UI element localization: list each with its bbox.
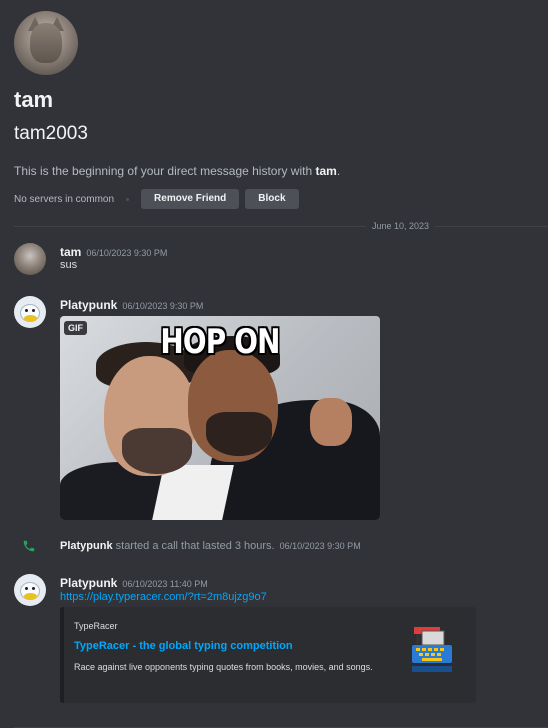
message-author[interactable]: Platypunk bbox=[60, 298, 117, 312]
dm-header: tam tam2003 This is the beginning of you… bbox=[14, 11, 534, 209]
embed-title[interactable]: TypeRacer - the global typing competitio… bbox=[74, 640, 293, 652]
profile-display-name: tam bbox=[14, 87, 54, 112]
embed-description: Race against live opponents typing quote… bbox=[74, 662, 373, 672]
remove-friend-button[interactable]: Remove Friend bbox=[141, 189, 240, 209]
message-item[interactable]: Platypunk 06/10/2023 11:40 PM https://pla… bbox=[14, 574, 534, 708]
platypus-avatar[interactable] bbox=[14, 574, 46, 606]
phone-icon bbox=[23, 540, 35, 552]
profile-avatar[interactable] bbox=[14, 11, 78, 75]
gif-badge: GIF bbox=[64, 321, 87, 335]
message-author[interactable]: Platypunk bbox=[60, 576, 117, 590]
call-timestamp: 06/10/2023 9:30 PM bbox=[279, 541, 361, 551]
typeracer-logo-icon[interactable] bbox=[408, 623, 456, 675]
message-item[interactable]: Platypunk 06/10/2023 9:30 PM HOP ON GIF bbox=[14, 296, 534, 522]
date-divider bbox=[14, 226, 548, 227]
message-author[interactable]: tam bbox=[60, 245, 81, 259]
platypus-avatar[interactable] bbox=[14, 296, 46, 328]
message-timestamp: 06/10/2023 9:30 PM bbox=[122, 301, 204, 311]
mutual-servers-label[interactable]: No servers in common bbox=[14, 194, 114, 205]
call-system-message: Platypunk started a call that lasted 3 h… bbox=[22, 539, 361, 553]
dm-intro-text: This is the beginning of your direct mes… bbox=[14, 164, 341, 178]
call-description: started a call that lasted 3 hours. bbox=[112, 540, 275, 552]
gif-attachment[interactable]: HOP ON GIF bbox=[60, 316, 380, 520]
block-button[interactable]: Block bbox=[245, 189, 299, 209]
separator-dot bbox=[126, 197, 130, 201]
call-author[interactable]: Platypunk bbox=[60, 540, 113, 552]
message-text: sus bbox=[60, 259, 78, 271]
date-divider-label: June 10, 2023 bbox=[366, 220, 436, 232]
message-link[interactable]: https://play.typeracer.com/?rt=2m8ujzg9o… bbox=[60, 591, 267, 603]
dm-actions: No servers in common Remove Friend Block bbox=[14, 189, 534, 209]
cat-avatar[interactable] bbox=[14, 243, 46, 275]
message-item[interactable]: tam 06/10/2023 9:30 PM sus bbox=[14, 243, 534, 277]
message-timestamp: 06/10/2023 11:40 PM bbox=[122, 579, 208, 589]
message-timestamp: 06/10/2023 9:30 PM bbox=[86, 248, 168, 258]
intro-name: tam bbox=[315, 164, 337, 178]
embed-provider[interactable]: TypeRacer bbox=[74, 621, 118, 631]
profile-username: tam2003 bbox=[14, 123, 88, 144]
gif-caption: HOP ON bbox=[160, 322, 280, 362]
link-embed: TypeRacer TypeRacer - the global typing … bbox=[60, 607, 476, 703]
